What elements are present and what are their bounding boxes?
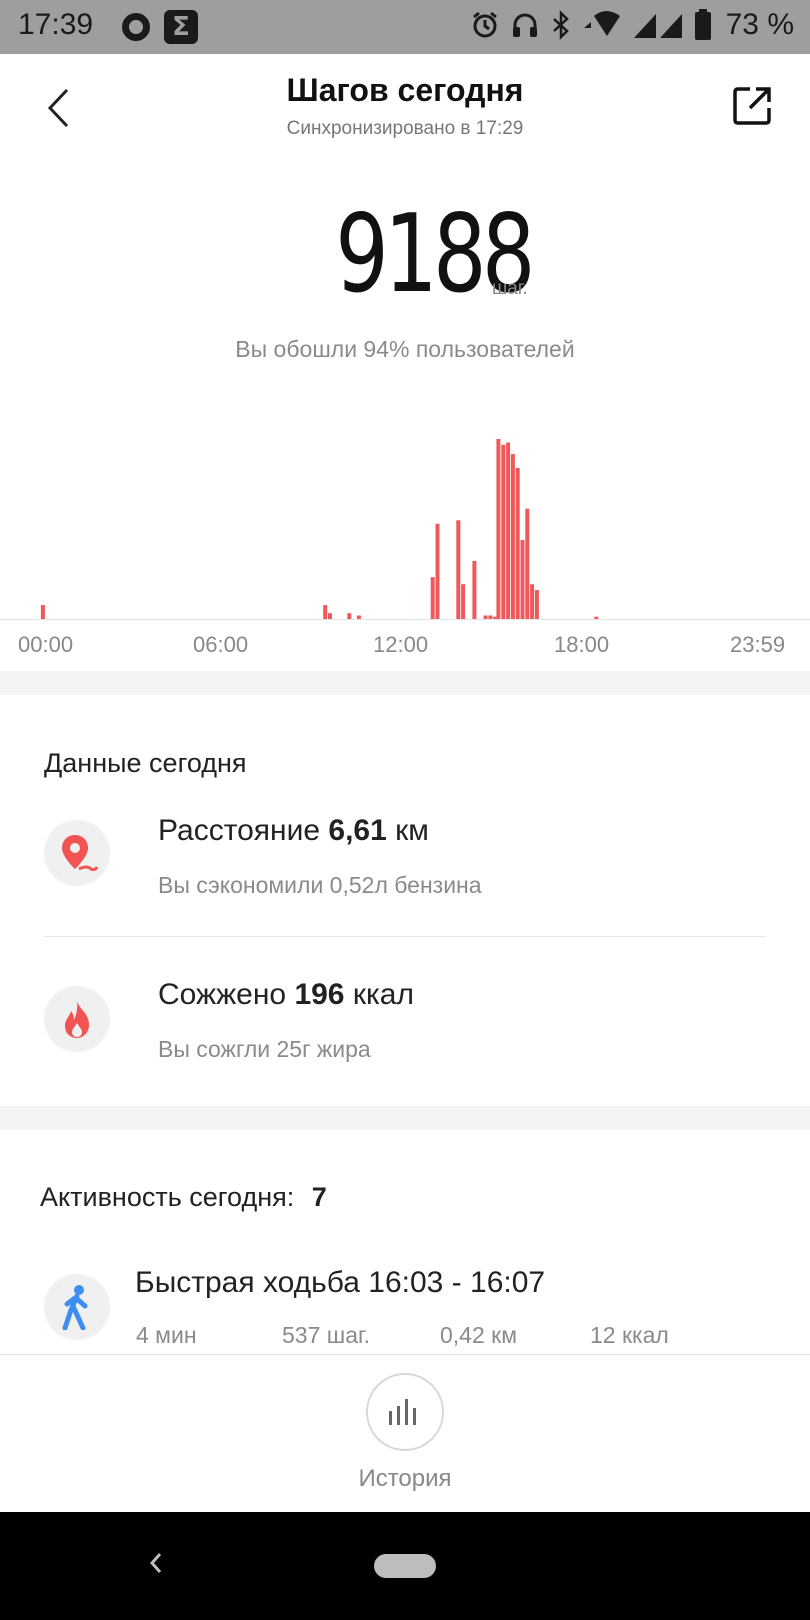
calories-icon-wrap	[44, 986, 110, 1052]
percentile-text: Вы обошли 94% пользователей	[235, 336, 575, 362]
location-pin-icon	[62, 835, 99, 872]
x-tick-label: 12:00	[373, 632, 429, 657]
activity-count: 7	[311, 1182, 327, 1212]
chart-bar	[323, 605, 328, 619]
chart-bar	[328, 613, 332, 619]
activity-duration: 4 мин	[136, 1322, 197, 1348]
status-icons-right: 73 %	[470, 8, 794, 42]
calories-label: Сожжено	[158, 978, 287, 1011]
activity-steps: 537 шаг.	[282, 1322, 370, 1348]
share-button[interactable]	[730, 84, 774, 128]
steps-unit: шаг.	[492, 278, 528, 299]
x-tick-label: 23:59	[730, 632, 786, 657]
distance-label: Расстояние	[158, 814, 321, 847]
chart-bar	[594, 616, 599, 619]
chart-bar	[430, 577, 435, 619]
activity-item-title[interactable]: Быстрая ходьба 16:03 - 16:07	[135, 1266, 545, 1300]
distance-main: Расстояние 6,61 км	[158, 814, 429, 848]
distance-unit: км	[395, 814, 429, 847]
battery-percent: 73 %	[725, 8, 794, 41]
calories-main: Сожжено 196 ккал	[158, 978, 414, 1012]
chart-bar	[525, 508, 530, 619]
chart-bar	[347, 613, 352, 619]
system-nav-bar	[0, 1512, 810, 1620]
chart-bar	[40, 605, 45, 619]
chart-bar	[506, 442, 511, 619]
distance-icon-wrap	[44, 820, 110, 886]
chart-bar	[488, 615, 493, 619]
calories-value: 196	[294, 978, 345, 1011]
alarm-icon	[472, 11, 497, 38]
calories-sub: Вы сожгли 25г жира	[158, 1036, 371, 1062]
chart-bar	[435, 523, 440, 619]
walking-person-icon	[62, 1285, 88, 1330]
activity-label: Активность сегодня:	[40, 1182, 295, 1212]
x-tick-label: 00:00	[18, 632, 74, 657]
history-label[interactable]: История	[0, 1465, 810, 1493]
section-divider	[0, 671, 810, 695]
bluetooth-icon	[552, 10, 569, 40]
bar-chart-icon	[389, 1399, 416, 1425]
walk-icon-wrap	[44, 1274, 110, 1340]
calories-unit: ккал	[352, 978, 414, 1011]
steps-chart[interactable]	[0, 400, 810, 670]
sigma-app-icon: Σ	[164, 10, 198, 44]
chart-bar	[510, 454, 515, 619]
sync-status: Синхронизировано в 17:29	[286, 118, 524, 139]
signal-icon	[633, 14, 682, 38]
activity-title: Активность сегодня: 7	[40, 1182, 327, 1213]
distance-value: 6,61	[328, 814, 387, 847]
chart-bar	[501, 444, 506, 619]
chart-x-axis: 00:00 06:00 12:00 18:00 23:59	[0, 632, 810, 662]
x-tick-label: 18:00	[554, 632, 610, 657]
wifi-icon	[583, 11, 620, 36]
chart-bar	[496, 439, 501, 619]
section-divider	[0, 1106, 810, 1130]
chart-bar	[356, 615, 361, 619]
steps-value: 9188	[334, 192, 535, 317]
status-time: 17:39	[18, 8, 94, 41]
ring-app-icon	[122, 13, 150, 41]
chart-bar	[456, 520, 461, 619]
nav-home-button[interactable]	[374, 1554, 436, 1578]
battery-icon	[694, 9, 711, 40]
nav-back-icon	[149, 1553, 162, 1573]
steps-summary: 9188 шаг.	[0, 190, 810, 320]
nav-back-button[interactable]	[144, 1548, 168, 1578]
chart-bar	[472, 560, 477, 619]
status-icons-left: Σ	[122, 10, 198, 44]
chart-bar	[534, 590, 539, 619]
x-tick-label: 06:00	[193, 632, 249, 657]
history-button[interactable]	[366, 1373, 444, 1451]
chart-bar	[530, 584, 535, 619]
metric-divider	[44, 936, 766, 937]
page-title: Шагов сегодня	[286, 72, 524, 108]
chart-bar	[515, 468, 520, 619]
headphones-icon	[512, 13, 537, 37]
today-data-title: Данные сегодня	[44, 748, 247, 778]
share-icon	[733, 87, 771, 125]
header: Шагов сегодня Синхронизировано в 17:29	[0, 54, 810, 164]
bottom-bar: История	[0, 1354, 810, 1512]
chart-bar	[520, 540, 525, 619]
status-bar: 17:39 Σ 73 %	[0, 0, 810, 54]
chart-bar	[483, 615, 488, 619]
activity-calories: 12 ккал	[590, 1322, 669, 1348]
distance-sub: Вы сэкономили 0,52л бензина	[158, 872, 482, 898]
chart-bar	[461, 584, 466, 619]
activity-distance: 0,42 км	[440, 1322, 518, 1348]
flame-icon	[65, 1001, 89, 1038]
